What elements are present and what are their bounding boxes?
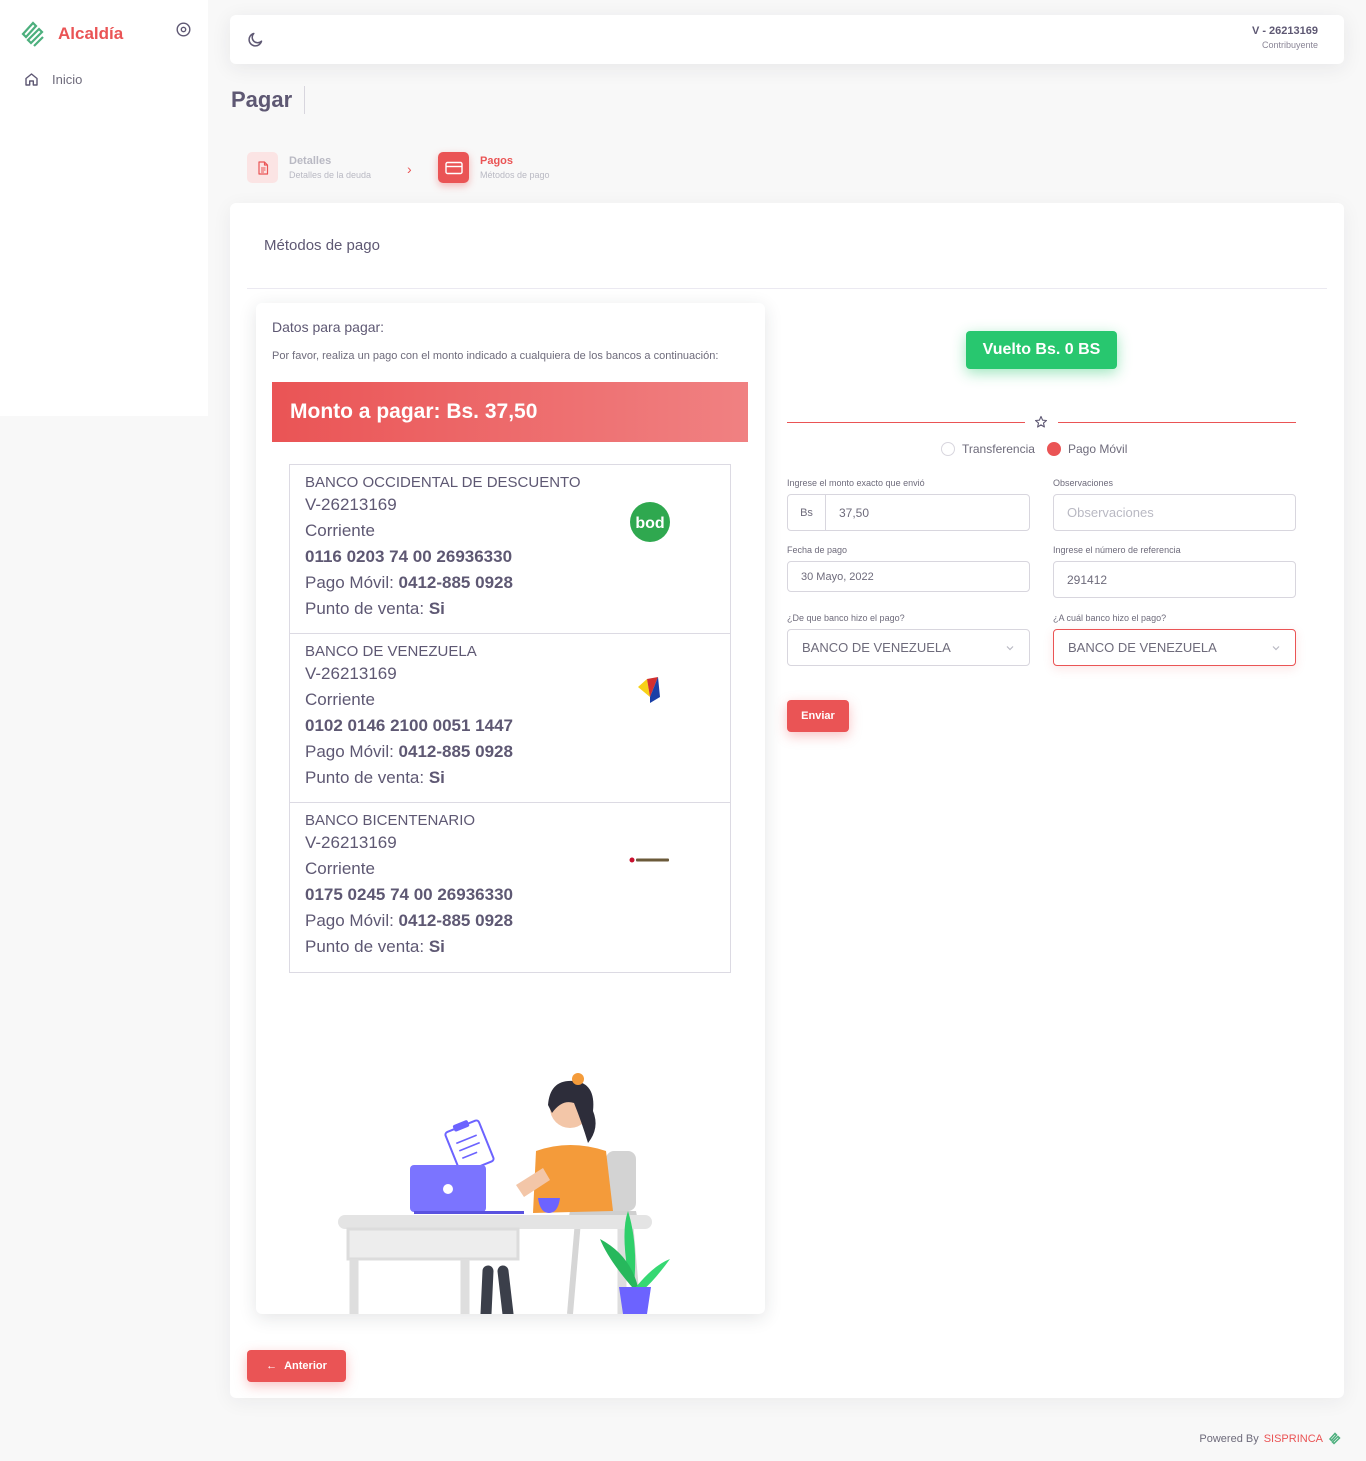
step-subtitle: Detalles de la deuda <box>289 170 372 180</box>
step-pagos-icon-box <box>438 152 469 183</box>
bank-list: BANCO OCCIDENTAL DE DESCUENTO V-26213169… <box>289 464 731 973</box>
previous-button[interactable]: ← Anterior <box>247 1350 346 1382</box>
file-text-icon <box>257 160 268 175</box>
submit-button[interactable]: Enviar <box>787 700 849 732</box>
bank-account-number: 0175 0245 74 00 26936330 <box>305 885 513 904</box>
radio-mobile-pay-control[interactable] <box>1047 442 1061 456</box>
bank-mobile-pay: Pago Móvil: 0412-885 0928 <box>305 742 513 761</box>
bank-pos: Punto de venta: Si <box>305 599 445 618</box>
amount-value: 37,50 <box>839 505 870 520</box>
divider-line <box>1058 422 1296 423</box>
payment-info-panel: Datos para pagar: Por favor, realiza un … <box>256 303 765 1314</box>
bank-item: BANCO OCCIDENTAL DE DESCUENTO V-26213169… <box>290 465 730 634</box>
chevron-right-icon: › <box>407 161 412 177</box>
step-pagos[interactable]: Pagos Métodos de pago <box>438 152 550 183</box>
footer-brand-link[interactable]: SISPRINCA <box>1264 1433 1323 1445</box>
bdv-logo-icon <box>629 670 671 712</box>
moon-icon <box>248 32 263 47</box>
top-navbar: V - 26213169 Contribuyente <box>230 15 1344 64</box>
reference-field[interactable]: 291412 <box>1053 561 1296 598</box>
change-badge: Vuelto Bs. 0 BS <box>966 331 1117 369</box>
previous-button-label: Anterior <box>284 1360 327 1372</box>
chevron-down-icon <box>1272 646 1280 651</box>
radio-transfer-control[interactable] <box>941 442 955 456</box>
step-subtitle: Métodos de pago <box>480 170 550 180</box>
from-bank-select[interactable]: BANCO DE VENEZUELA <box>787 629 1030 666</box>
observations-field[interactable]: Observaciones <box>1053 494 1296 531</box>
card-divider <box>247 288 1327 289</box>
amount-banner: Monto a pagar: Bs. 37,50 <box>272 382 748 442</box>
step-detalles-icon-box <box>247 152 278 183</box>
credit-card-icon <box>444 161 463 174</box>
bank-account-number: 0102 0146 2100 0051 1447 <box>305 716 513 735</box>
step-title: Detalles <box>289 155 332 167</box>
bank-name: BANCO DE VENEZUELA <box>305 643 477 660</box>
observations-label: Observaciones <box>1053 478 1114 488</box>
reference-label: Ingrese el número de referencia <box>1053 545 1181 555</box>
bank-mobile-pay: Pago Móvil: 0412-885 0928 <box>305 573 513 592</box>
radio-transfer[interactable]: Transferencia <box>941 442 1035 456</box>
radio-mobile-pay[interactable]: Pago Móvil <box>1047 442 1127 456</box>
from-bank-value: BANCO DE VENEZUELA <box>802 640 951 655</box>
theme-toggle[interactable] <box>247 31 264 53</box>
step-detalles[interactable]: Detalles Detalles de la deuda <box>247 152 371 183</box>
bod-logo-icon: bod <box>629 501 671 543</box>
arrow-left-icon: ← <box>266 1360 278 1372</box>
footer-powered: Powered By <box>1199 1433 1259 1445</box>
bank-item: BANCO DE VENEZUELA V-26213169 Corriente … <box>290 634 730 803</box>
bank-pos: Punto de venta: Si <box>305 768 445 787</box>
to-bank-label: ¿A cuál banco hizo el pago? <box>1053 613 1167 623</box>
amount-label: Ingrese el monto exacto que envió <box>787 478 925 488</box>
bank-name: BANCO OCCIDENTAL DE DESCUENTO <box>305 474 581 491</box>
bank-mobile-pay: Pago Móvil: 0412-885 0928 <box>305 911 513 930</box>
radio-mobile-pay-label: Pago Móvil <box>1068 442 1128 456</box>
brand-logo-icon <box>21 21 44 47</box>
date-label: Fecha de pago <box>787 545 848 555</box>
to-bank-value: BANCO DE VENEZUELA <box>1068 640 1217 655</box>
brand-logo-icon <box>1328 1432 1341 1445</box>
brand-name: Alcaldía <box>58 24 124 43</box>
bank-account-number: 0116 0203 74 00 26936330 <box>305 547 513 566</box>
radio-transfer-label: Transferencia <box>962 442 1035 456</box>
woman-at-desk-illustration <box>338 1073 670 1314</box>
card-header: Métodos de pago <box>264 237 380 254</box>
disc-icon <box>176 22 191 37</box>
page-title: Pagar <box>231 86 306 114</box>
sidebar-item-inicio[interactable]: Inicio <box>24 72 82 87</box>
date-field[interactable]: 30 Mayo, 2022 <box>787 561 1030 592</box>
payment-info-description: Por favor, realiza un pago con el monto … <box>272 350 719 362</box>
step-title: Pagos <box>480 155 514 167</box>
sidebar-toggle[interactable] <box>176 22 191 42</box>
svg-text:bod: bod <box>635 515 664 532</box>
bank-name: BANCO BICENTENARIO <box>305 812 476 829</box>
from-bank-label: ¿De que banco hizo el pago? <box>787 613 905 623</box>
star-icon <box>1034 415 1048 428</box>
amount-prefix: Bs <box>788 495 826 530</box>
bank-item: BANCO BICENTENARIO V-26213169 Corriente … <box>290 803 730 972</box>
sidebar-item-label: Inicio <box>52 72 83 87</box>
user-menu[interactable]: V - 26213169 Contribuyente <box>1252 25 1318 50</box>
to-bank-select[interactable]: BANCO DE VENEZUELA <box>1053 629 1296 666</box>
bank-pos: Punto de venta: Si <box>305 937 445 956</box>
home-icon <box>25 73 38 86</box>
divider-line <box>787 422 1025 423</box>
footer: Powered By SISPRINCA <box>1199 1432 1342 1446</box>
amount-field[interactable]: Bs 37,50 <box>787 494 1030 531</box>
bicentenario-logo-icon <box>629 839 671 881</box>
brand-link[interactable]: Alcaldía <box>20 20 123 48</box>
chevron-down-icon <box>1006 646 1014 651</box>
payment-info-title: Datos para pagar: <box>272 319 385 335</box>
user-role: Contribuyente <box>1261 40 1318 50</box>
user-id: V - 26213169 <box>1251 25 1318 37</box>
sidebar: Alcaldía Inicio <box>0 0 208 416</box>
